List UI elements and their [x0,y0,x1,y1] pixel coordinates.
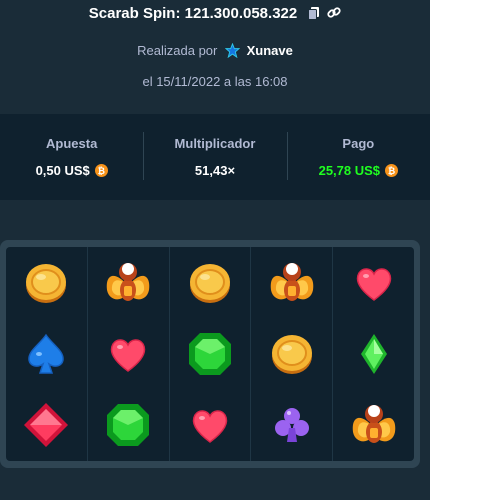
emerald-icon [107,404,150,447]
club-icon [274,408,309,443]
reel-5 [332,247,414,461]
payout-value: 25,78 US$ [318,163,381,178]
bet-label: Apuesta [46,136,98,151]
reel-cell [251,318,332,389]
title-row: Scarab Spin: 121.300.058.322 [0,2,430,24]
multiplier-value-row: 51,43× [195,163,235,178]
scarab-icon [106,262,150,301]
payout-value-row: 25,78 US$ ₿ [318,163,399,178]
coin-icon [26,263,67,303]
reel-cell [333,390,414,461]
bet-stat: Apuesta 0,50 US$ ₿ [0,114,143,200]
reel-cell [251,247,332,318]
multiplier-label: Multiplicador [174,136,256,151]
reel-cell [88,247,169,318]
page-background [430,0,500,500]
reel-cell [6,318,87,389]
slot-reels [0,240,420,468]
username-link[interactable]: Xunave [247,43,293,58]
scarab-icon [352,405,395,444]
multiplier-stat: Multiplicador 51,43× [143,114,286,200]
reel-3 [168,247,251,461]
bet-value-row: 0,50 US$ ₿ [36,163,108,178]
made-by-line: Realizada por Xunave [0,43,430,58]
reel-cell [170,247,251,318]
reel-cell [170,318,251,389]
heart-icon [110,339,146,372]
diamond-red-icon [24,403,69,448]
reel-cell [88,390,169,461]
reel-2 [86,247,169,461]
bet-stats: Apuesta 0,50 US$ ₿ Multiplicador 51,43× … [0,114,430,200]
link-icon[interactable] [327,6,341,20]
scarab-icon [270,262,314,301]
bet-title: Scarab Spin: 121.300.058.322 [88,4,298,22]
bet-value: 0,50 US$ [35,163,90,178]
reel-cell [251,390,332,461]
star-icon [224,43,240,58]
reel-4 [250,247,332,461]
payout-label: Pago [342,136,375,151]
reel-cell [88,318,169,389]
reel-1 [6,247,87,461]
coin-icon [189,263,230,303]
payout-stat: Pago 25,78 US$ ₿ [286,114,430,200]
heart-icon [356,267,391,301]
bet-details-panel: Scarab Spin: 121.300.058.322 Realizada p… [0,0,430,500]
bitcoin-icon: ₿ [385,164,399,177]
spade-icon [28,333,65,374]
multiplier-value: 51,43× [194,163,236,178]
reel-cell [6,390,87,461]
reel-cell [333,318,414,389]
bitcoin-icon: ₿ [94,164,108,177]
reel-cell [6,247,87,318]
emerald-icon [188,332,231,375]
copy-icon[interactable] [307,6,321,20]
coin-icon [271,334,312,374]
reel-cell [170,390,251,461]
diamond-green-icon [360,333,387,374]
made-by-label: Realizada por [137,43,218,58]
date-line: el 15/11/2022 a las 16:08 [142,74,288,89]
reels-grid [6,247,414,461]
heart-icon [192,410,228,444]
reel-cell [333,247,414,318]
